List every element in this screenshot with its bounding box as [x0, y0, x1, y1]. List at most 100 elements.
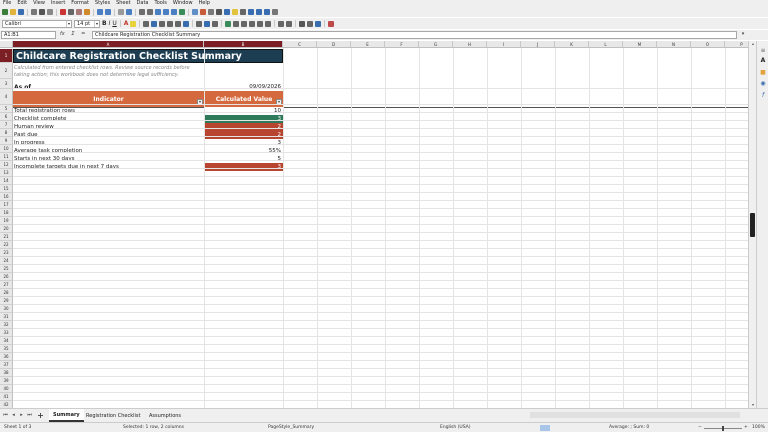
- define-print-area-icon[interactable]: [248, 9, 254, 15]
- indicator-value[interactable]: 10: [204, 107, 283, 115]
- indicator-label[interactable]: Incomplete targets due in next 7 days: [14, 163, 203, 171]
- horizontal-scrollbar[interactable]: [530, 412, 740, 418]
- paste-icon[interactable]: [76, 9, 82, 15]
- row-header-25[interactable]: 25: [0, 265, 13, 273]
- pivot-table-icon[interactable]: [208, 9, 214, 15]
- copy-icon[interactable]: [68, 9, 74, 15]
- formula-input[interactable]: Childcare Registration Checklist Summary: [92, 31, 737, 39]
- selection-mode-icon[interactable]: [540, 425, 550, 431]
- indicator-value[interactable]: 2: [204, 131, 283, 139]
- row-header-30[interactable]: 30: [0, 305, 13, 313]
- expand-formula-icon[interactable]: ▾: [739, 31, 747, 39]
- column-header-b[interactable]: B: [204, 41, 283, 48]
- print-icon[interactable]: [39, 9, 45, 15]
- menu-file[interactable]: File: [0, 0, 14, 7]
- select-all-corner[interactable]: [0, 41, 13, 48]
- align-left-icon[interactable]: [143, 20, 150, 27]
- row-header-6[interactable]: 6: [0, 113, 13, 121]
- name-box[interactable]: A1:B1: [1, 31, 56, 39]
- align-right-icon[interactable]: [159, 20, 166, 27]
- row-header-1[interactable]: 1: [0, 49, 13, 63]
- merge-center-icon[interactable]: [183, 20, 190, 27]
- open-folder-icon[interactable]: [10, 9, 16, 15]
- menu-view[interactable]: View: [30, 0, 48, 7]
- row-header-41[interactable]: 41: [0, 393, 13, 401]
- date-format-icon[interactable]: [249, 20, 256, 27]
- border-color-icon[interactable]: [315, 20, 322, 27]
- column-header-g[interactable]: G: [419, 41, 453, 48]
- row-header-12[interactable]: 12: [0, 161, 13, 169]
- row-header-28[interactable]: 28: [0, 289, 13, 297]
- percent-format-icon[interactable]: [233, 20, 240, 27]
- row-header-9[interactable]: 9: [0, 137, 13, 145]
- properties-icon[interactable]: A: [759, 57, 767, 65]
- column-header-p[interactable]: P: [725, 41, 748, 48]
- sheet-title[interactable]: Childcare Registration Checklist Summary: [13, 49, 283, 63]
- print-preview-icon[interactable]: [47, 9, 53, 15]
- row-header-20[interactable]: 20: [0, 225, 13, 233]
- font-color-button[interactable]: A: [124, 20, 129, 27]
- chevron-down-icon[interactable]: ▾: [66, 20, 71, 27]
- align-top-icon[interactable]: [196, 20, 203, 27]
- row-header-34[interactable]: 34: [0, 337, 13, 345]
- add-decimal-icon[interactable]: [257, 20, 264, 27]
- italic-button[interactable]: I: [109, 20, 111, 27]
- row-header-17[interactable]: 17: [0, 201, 13, 209]
- menu-sheet[interactable]: Sheet: [113, 0, 133, 7]
- add-sheet-button[interactable]: +: [37, 412, 44, 420]
- zoom-out-icon[interactable]: −: [698, 425, 702, 430]
- functions-icon[interactable]: f: [759, 92, 767, 100]
- as-of-date[interactable]: 09/09/2026: [204, 83, 283, 91]
- row-header-16[interactable]: 16: [0, 193, 13, 201]
- row-header-5[interactable]: 5: [0, 105, 13, 113]
- menu-data[interactable]: Data: [134, 0, 152, 7]
- comment-icon[interactable]: [232, 9, 238, 15]
- zoom-slider-knob[interactable]: [722, 426, 724, 431]
- menu-format[interactable]: Format: [68, 0, 92, 7]
- row-header-21[interactable]: 21: [0, 233, 13, 241]
- highlight-color-icon[interactable]: [130, 20, 137, 27]
- row-header-7[interactable]: 7: [0, 121, 13, 129]
- redo-icon[interactable]: [105, 9, 111, 15]
- row-header-35[interactable]: 35: [0, 345, 13, 353]
- sort-ascending-icon[interactable]: [163, 9, 169, 15]
- row-header-2[interactable]: 2: [0, 63, 13, 79]
- tab-assumptions[interactable]: Assumptions: [145, 409, 185, 422]
- new-document-icon[interactable]: [2, 9, 8, 15]
- indicator-value[interactable]: 3: [204, 163, 283, 171]
- row-header-4[interactable]: 4: [0, 89, 13, 105]
- indicator-label[interactable]: In progress: [14, 139, 203, 147]
- hyperlink-icon[interactable]: [224, 9, 230, 15]
- cut-icon[interactable]: [60, 9, 66, 15]
- row-header-29[interactable]: 29: [0, 297, 13, 305]
- next-sheet-icon[interactable]: ▸: [18, 412, 25, 419]
- align-center-icon[interactable]: [151, 20, 158, 27]
- function-wizard-icon[interactable]: fx Σ =: [60, 31, 85, 37]
- column-header-e[interactable]: E: [351, 41, 385, 48]
- column-header-d[interactable]: D: [317, 41, 351, 48]
- spreadsheet-grid[interactable]: Childcare Registration Checklist Summary…: [0, 41, 748, 408]
- increase-indent-icon[interactable]: [278, 20, 285, 27]
- sum-icon[interactable]: Σ: [71, 31, 74, 37]
- sort-icon[interactable]: [155, 9, 161, 15]
- column-header-f[interactable]: F: [385, 41, 419, 48]
- indicator-value[interactable]: 55%: [204, 147, 283, 155]
- menu-edit[interactable]: Edit: [14, 0, 30, 7]
- tab-summary[interactable]: Summary: [49, 409, 84, 422]
- indicator-value[interactable]: 5: [204, 155, 283, 163]
- undo-icon[interactable]: [97, 9, 103, 15]
- row-header-38[interactable]: 38: [0, 369, 13, 377]
- delete-decimal-icon[interactable]: [265, 20, 272, 27]
- row-icon[interactable]: [139, 9, 145, 15]
- row-header-42[interactable]: 42: [0, 401, 13, 408]
- vertical-scrollbar[interactable]: ▴ ▾: [748, 41, 756, 408]
- row-header-36[interactable]: 36: [0, 353, 13, 361]
- wrap-text-icon[interactable]: [175, 20, 182, 27]
- row-header-14[interactable]: 14: [0, 177, 13, 185]
- column-header-n[interactable]: N: [657, 41, 691, 48]
- find-replace-icon[interactable]: [118, 9, 124, 15]
- column-header-k[interactable]: K: [555, 41, 589, 48]
- export-pdf-icon[interactable]: [31, 9, 37, 15]
- as-of-label[interactable]: As of: [14, 83, 31, 91]
- column-icon[interactable]: [147, 9, 153, 15]
